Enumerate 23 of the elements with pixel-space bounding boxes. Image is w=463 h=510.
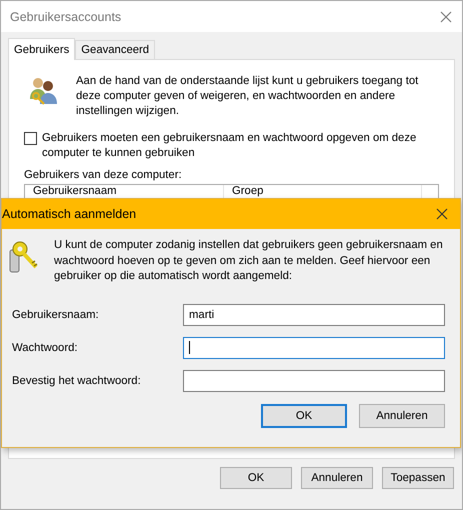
dialog-button[interactable]: Annuleren <box>301 467 373 489</box>
users-icon <box>27 75 59 107</box>
dialog-button[interactable]: Toepassen <box>382 467 454 489</box>
field-label: Gebruikersnaam: <box>12 308 100 320</box>
close-icon[interactable] <box>440 10 452 22</box>
intro-text: Aan de hand van de onderstaande lijst kunt u gebruikers toegang tot deze computer geven of weigeren, en wachtwoorden en andere instellingen wijzigen. <box>76 74 420 119</box>
tab[interactable]: Gebruikers <box>8 38 76 60</box>
input-field[interactable] <box>183 370 445 392</box>
dialog-description: U kunt de computer zodanig instellen dat gebruikers geen gebruikersnaam en wachtwoord hoeven op te geven om zich aan te melden. Geef hiervoor een gebruiker op die automatisch wordt aangemeld: <box>54 238 444 284</box>
field-label: Wachtwoord: <box>12 342 79 354</box>
checkbox[interactable] <box>24 132 37 145</box>
window-title: Gebruikersaccounts <box>10 10 122 24</box>
field-label: Bevestig het wachtwoord: <box>12 374 142 386</box>
checkbox-label[interactable]: Gebruikers moeten een gebruikersnaam en wachtwoord opgeven om deze computer te kunnen gebruiken <box>42 131 439 161</box>
dialog-button[interactable]: OK <box>261 404 347 428</box>
users-label: Gebruikers van deze computer: <box>24 169 183 181</box>
close-icon[interactable] <box>436 208 448 220</box>
dialog-button[interactable]: Annuleren <box>359 404 445 428</box>
input-field[interactable] <box>183 336 445 358</box>
input-field[interactable]: marti <box>183 304 445 326</box>
tab[interactable]: Geavanceerd <box>75 40 156 59</box>
dialog-button[interactable]: OK <box>220 467 292 489</box>
dialog-title: Automatisch aanmelden <box>2 207 136 221</box>
